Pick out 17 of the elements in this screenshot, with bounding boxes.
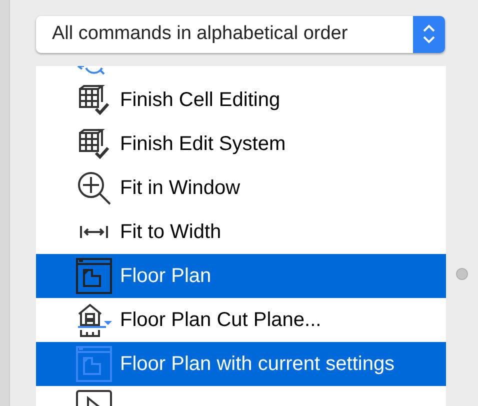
command-item[interactable]: Floor Plan with current settings [36,342,446,386]
command-item[interactable]: Floor Plan [36,254,446,298]
grid-check-icon [76,127,112,161]
magnifier-icon [76,170,112,206]
command-label: Finish Cell Editing [120,88,280,113]
floor-plan-icon [76,258,112,294]
command-label: Fit in Window [120,176,240,201]
command-label: Floor Plan [120,264,212,289]
command-filter-dropdown[interactable]: All commands in alphabetical order [36,16,445,53]
command-label: Floor Plan Cut Plane... [120,308,322,333]
house-section-icon [76,302,112,338]
command-label: Floor Plan with current settings [120,352,395,377]
command-label: Finish Edit System [120,132,286,157]
fit-width-icon [79,224,109,240]
grid-check-icon [76,83,112,117]
floor-plan-icon [76,346,112,382]
command-label: Fit to Width [120,220,222,245]
